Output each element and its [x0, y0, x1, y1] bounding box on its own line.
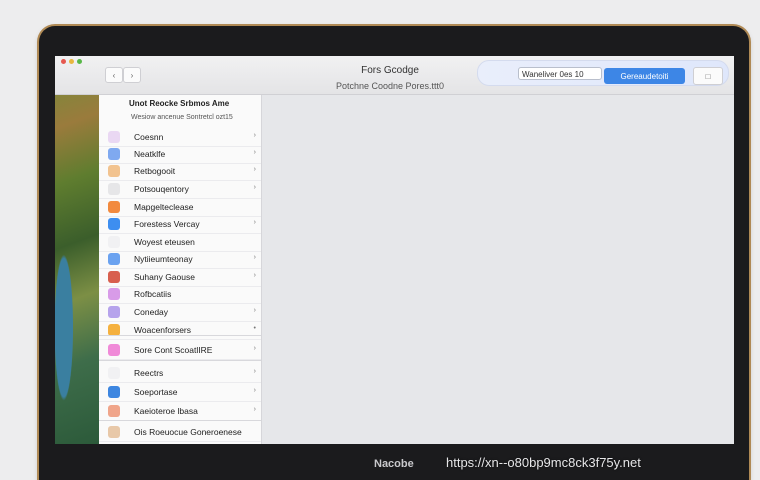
app-icon — [108, 344, 120, 356]
sidebar-item[interactable]: Coneday › — [99, 304, 261, 322]
app-icon — [108, 288, 120, 300]
sidebar-divider — [99, 335, 261, 336]
sidebar-item[interactable]: Ois Roeuocue Goneroenese — [99, 424, 261, 442]
sidebar-item[interactable]: Coesnn › — [99, 129, 261, 147]
sidebar-divider — [99, 420, 261, 421]
sidebar-item[interactable]: Soeportase › — [99, 384, 261, 402]
chevron-right-icon: › — [253, 219, 256, 226]
sidebar-item[interactable]: Woacenforsers • — [99, 322, 261, 340]
chevron-right-icon: › — [130, 70, 134, 80]
sidebar-item-label: Coesnn — [134, 132, 164, 142]
app-icon — [108, 165, 120, 177]
window-action-button[interactable]: □ — [693, 67, 723, 85]
app-icon — [108, 367, 120, 379]
app-icon — [108, 131, 120, 143]
sidebar-item-label: Woyest eteusen — [134, 237, 195, 247]
sidebar-item-label: Mapgelteclease — [134, 202, 194, 212]
sidebar-item[interactable]: Potsouqentory › — [99, 181, 261, 199]
sidebar-item-label: Rofbcatiis — [134, 289, 172, 299]
sidebar-item-label: Reectrs — [134, 368, 164, 378]
desktop-wallpaper — [55, 56, 99, 444]
sidebar-item[interactable]: Nytiieumteonay › — [99, 251, 261, 269]
chevron-right-icon: › — [253, 387, 256, 394]
app-icon — [108, 218, 120, 230]
sidebar-item[interactable]: Woyest eteusen — [99, 234, 261, 252]
app-icon — [108, 405, 120, 417]
app-icon — [108, 236, 120, 248]
app-icon — [108, 271, 120, 283]
sidebar-item[interactable]: Mapgelteclease — [99, 199, 261, 217]
screen: ‹ › Fors Gcodge Potchne Coodne Pores.ttt… — [55, 56, 734, 444]
sidebar-item[interactable]: Neatklfe › — [99, 146, 261, 164]
sidebar-item[interactable]: Retbogooit › — [99, 163, 261, 181]
chevron-right-icon: • — [253, 325, 256, 332]
sidebar-item-label: Woacenforsers — [134, 325, 192, 335]
sidebar-item-label: Kaeioteroe lbasa — [134, 406, 198, 416]
sidebar-item-label: Ois Roeuocue Goneroenese — [134, 427, 242, 437]
sidebar-item[interactable]: Suhany Gaouse › — [99, 269, 261, 287]
chevron-right-icon: › — [253, 368, 256, 375]
sidebar-item[interactable]: Kaeioteroe lbasa › — [99, 403, 261, 421]
device-brand-label: Nacobe — [374, 458, 414, 470]
close-window-icon[interactable] — [61, 59, 66, 64]
sidebar-item-label: Forestess Vercay — [134, 219, 200, 229]
search-bar: Waneliver 0es 10 ◂ — [477, 60, 729, 86]
app-icon — [108, 386, 120, 398]
forward-button[interactable]: › — [123, 67, 141, 83]
sidebar-item-label: Soeportase — [134, 387, 178, 397]
chevron-right-icon: › — [253, 166, 256, 173]
search-input[interactable]: Waneliver 0es 10 — [518, 67, 602, 80]
sidebar-item-label: Coneday — [134, 307, 169, 317]
zoom-window-icon[interactable] — [77, 59, 82, 64]
sidebar-header: Unot Reocke Srbmos Ame — [129, 99, 230, 108]
sidebar-item-label: Potsouqentory — [134, 184, 189, 194]
sidebar: Unot Reocke Srbmos Ame Wesiow ancenue So… — [99, 95, 262, 444]
app-icon — [108, 148, 120, 160]
chevron-left-icon: ‹ — [112, 70, 116, 80]
sidebar-item-label: Nytiieumteonay — [134, 254, 193, 264]
chevron-right-icon: › — [253, 406, 256, 413]
sidebar-subheader: Wesiow ancenue Sontretcl ozt15 — [131, 114, 233, 121]
watermark-text: https://xn--o80bp9mc8ck3f75y.net — [446, 455, 641, 470]
app-icon — [108, 426, 120, 438]
app-icon — [108, 253, 120, 265]
app-icon — [108, 183, 120, 195]
window-subtitle: Potchne Coodne Pores.ttt0 — [335, 81, 445, 91]
sidebar-item[interactable]: Forestess Vercay › — [99, 216, 261, 234]
chevron-right-icon: › — [253, 149, 256, 156]
window-titlebar: ‹ › Fors Gcodge Potchne Coodne Pores.ttt… — [55, 56, 734, 95]
app-icon — [108, 201, 120, 213]
sidebar-item-label: Suhany Gaouse — [134, 272, 195, 282]
sidebar-item-label: Sore Cont ScoatlIRE — [134, 345, 213, 355]
window-title: Fors Gcodge — [361, 65, 419, 76]
main-content-area — [262, 95, 734, 444]
chevron-right-icon: › — [253, 307, 256, 314]
chevron-right-icon: › — [253, 254, 256, 261]
minimize-window-icon[interactable] — [69, 59, 74, 64]
sidebar-divider — [99, 360, 261, 361]
back-button[interactable]: ‹ — [105, 67, 123, 83]
sidebar-item[interactable]: Sore Cont ScoatlIRE › — [99, 342, 261, 360]
sidebar-item-label: Retbogooit — [134, 166, 176, 176]
sidebar-item[interactable]: Reectrs › — [99, 365, 261, 383]
chevron-right-icon: › — [253, 272, 256, 279]
chevron-right-icon: › — [253, 132, 256, 139]
sidebar-item[interactable]: Rofbcatiis — [99, 286, 261, 304]
primary-action-button[interactable]: Gereaudetoiti — [604, 68, 685, 84]
sidebar-item-label: Neatklfe — [134, 149, 166, 159]
chevron-right-icon: › — [253, 184, 256, 191]
square-icon: □ — [705, 71, 711, 81]
app-icon — [108, 306, 120, 318]
chevron-right-icon: › — [253, 345, 256, 352]
